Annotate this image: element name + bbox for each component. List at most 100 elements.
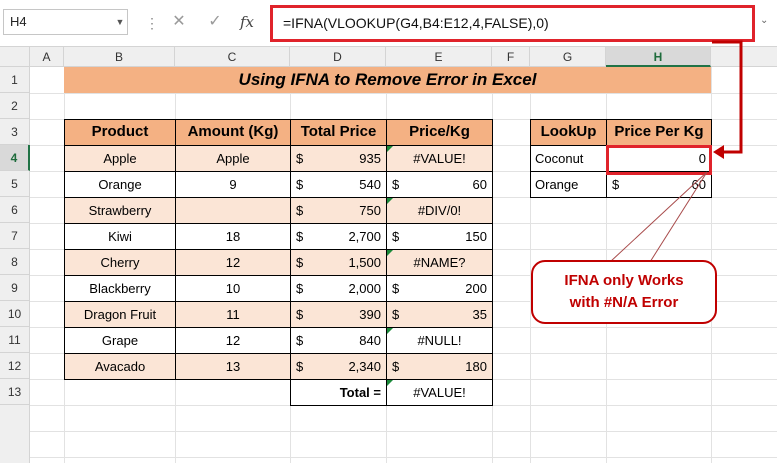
currency-symbol: $ [392, 177, 400, 192]
gridline [30, 431, 777, 432]
currency-symbol: $ [296, 307, 304, 322]
cell-amount[interactable] [175, 197, 291, 224]
cell-total-price[interactable]: $840 [290, 327, 387, 354]
row-header-3[interactable]: 3 [0, 119, 30, 145]
column-header-d[interactable]: D [290, 47, 386, 67]
active-cell-highlight [606, 145, 712, 175]
cell-price-per-kg[interactable]: $60 [386, 171, 493, 198]
column-header-b[interactable]: B [64, 47, 175, 67]
cell-total-price[interactable]: $935 [290, 145, 387, 172]
total-label[interactable]: Total = [290, 379, 387, 406]
cell-total-price[interactable]: $540 [290, 171, 387, 198]
cell-total-price[interactable]: $750 [290, 197, 387, 224]
cell-value: #VALUE! [413, 151, 466, 166]
cell-value: 840 [359, 333, 381, 348]
cell-product[interactable]: Cherry [64, 249, 176, 276]
cell-price-per-kg[interactable]: #DIV/0! [386, 197, 493, 224]
cell-price-per-kg[interactable]: $180 [386, 353, 493, 380]
currency-symbol: $ [296, 359, 304, 374]
cell-price-per-kg[interactable]: #VALUE! [386, 145, 493, 172]
row-header-2[interactable]: 2 [0, 93, 30, 119]
cell-amount[interactable]: 11 [175, 301, 291, 328]
cell-product[interactable]: Dragon Fruit [64, 301, 176, 328]
header-amount[interactable]: Amount (Kg) [175, 119, 291, 146]
cell-product[interactable]: Orange [64, 171, 176, 198]
cell-amount[interactable]: 9 [175, 171, 291, 198]
formula-input[interactable]: =IFNA(VLOOKUP(G4,B4:E12,4,FALSE),0) [270, 5, 755, 42]
cell-value: 2,340 [348, 359, 381, 374]
column-header-h[interactable]: H [606, 47, 711, 67]
cell-amount[interactable]: 13 [175, 353, 291, 380]
currency-symbol: $ [296, 151, 304, 166]
header-lookup[interactable]: LookUp [530, 119, 607, 146]
cell-product[interactable]: Blackberry [64, 275, 176, 302]
header-product[interactable]: Product [64, 119, 176, 146]
row-header-12[interactable]: 12 [0, 353, 30, 379]
currency-symbol: $ [392, 229, 400, 244]
chevron-down-icon[interactable]: ▼ [112, 9, 128, 35]
cell-total-price[interactable]: $1,500 [290, 249, 387, 276]
row-header-4[interactable]: 4 [0, 145, 30, 171]
row-header-10[interactable]: 10 [0, 301, 30, 327]
cell-product[interactable]: Strawberry [64, 197, 176, 224]
callout-line: IFNA only Works [564, 272, 684, 289]
cell-total-price[interactable]: $390 [290, 301, 387, 328]
cell-value: #NAME? [413, 255, 466, 270]
cell-value: 180 [465, 359, 487, 374]
cell-total-price[interactable]: $2,340 [290, 353, 387, 380]
lookup-key[interactable]: Coconut [530, 145, 607, 172]
chevron-down-icon[interactable]: ⌄ [760, 15, 774, 26]
column-header-c[interactable]: C [175, 47, 290, 67]
cell-amount[interactable]: 10 [175, 275, 291, 302]
row-header-9[interactable]: 9 [0, 275, 30, 301]
cell-product[interactable]: Grape [64, 327, 176, 354]
column-header-a[interactable]: A [30, 47, 64, 67]
column-header-i[interactable] [711, 47, 777, 67]
callout-note: IFNA only Works with #N/A Error [531, 260, 717, 324]
cell-price-per-kg[interactable]: $35 [386, 301, 493, 328]
cell-product[interactable]: Apple [64, 145, 176, 172]
cell-total-price[interactable]: $2,000 [290, 275, 387, 302]
sheet-title[interactable]: Using IFNA to Remove Error in Excel [64, 67, 711, 93]
name-box[interactable]: H4 [3, 9, 128, 35]
row-header-7[interactable]: 7 [0, 223, 30, 249]
lookup-key[interactable]: Orange [530, 171, 607, 198]
currency-symbol: $ [296, 255, 304, 270]
total-value[interactable]: #VALUE! [386, 379, 493, 406]
check-icon[interactable]: ✓ [204, 11, 226, 33]
cell-amount[interactable]: 12 [175, 327, 291, 354]
cell-value: 1,500 [348, 255, 381, 270]
lookup-result[interactable]: $60 [606, 171, 712, 198]
row-header-5[interactable]: 5 [0, 171, 30, 197]
cell-value: 150 [465, 229, 487, 244]
select-all-corner[interactable] [0, 47, 30, 67]
fx-icon[interactable]: fx [236, 11, 258, 33]
row-header-1[interactable]: 1 [0, 67, 30, 93]
column-header-g[interactable]: G [530, 47, 606, 67]
header-price-per-kg[interactable]: Price/Kg [386, 119, 493, 146]
row-header-6[interactable]: 6 [0, 197, 30, 223]
cell-price-per-kg[interactable]: $150 [386, 223, 493, 250]
cell-value: 35 [472, 307, 487, 322]
cell-price-per-kg[interactable]: #NAME? [386, 249, 493, 276]
cell-product[interactable]: Kiwi [64, 223, 176, 250]
cell-amount[interactable]: 12 [175, 249, 291, 276]
cell-amount[interactable]: Apple [175, 145, 291, 172]
cell-price-per-kg[interactable]: $200 [386, 275, 493, 302]
row-header-8[interactable]: 8 [0, 249, 30, 275]
drag-handle-icon[interactable]: ⋮ [145, 15, 160, 32]
row-header-13[interactable]: 13 [0, 379, 30, 405]
close-icon[interactable]: ✕ [168, 11, 190, 33]
cell-amount[interactable]: 18 [175, 223, 291, 250]
header-price-per-kg-lookup[interactable]: Price Per Kg [606, 119, 712, 146]
cell-value: 60 [691, 177, 706, 192]
cell-price-per-kg[interactable]: #NULL! [386, 327, 493, 354]
cell-total-price[interactable]: $2,700 [290, 223, 387, 250]
cell-product[interactable]: Avacado [64, 353, 176, 380]
header-total-price[interactable]: Total Price [290, 119, 387, 146]
row-header-11[interactable]: 11 [0, 327, 30, 353]
column-header-e[interactable]: E [386, 47, 492, 67]
currency-symbol: $ [392, 307, 400, 322]
column-header-f[interactable]: F [492, 47, 530, 67]
arrow-head-icon [713, 145, 724, 159]
